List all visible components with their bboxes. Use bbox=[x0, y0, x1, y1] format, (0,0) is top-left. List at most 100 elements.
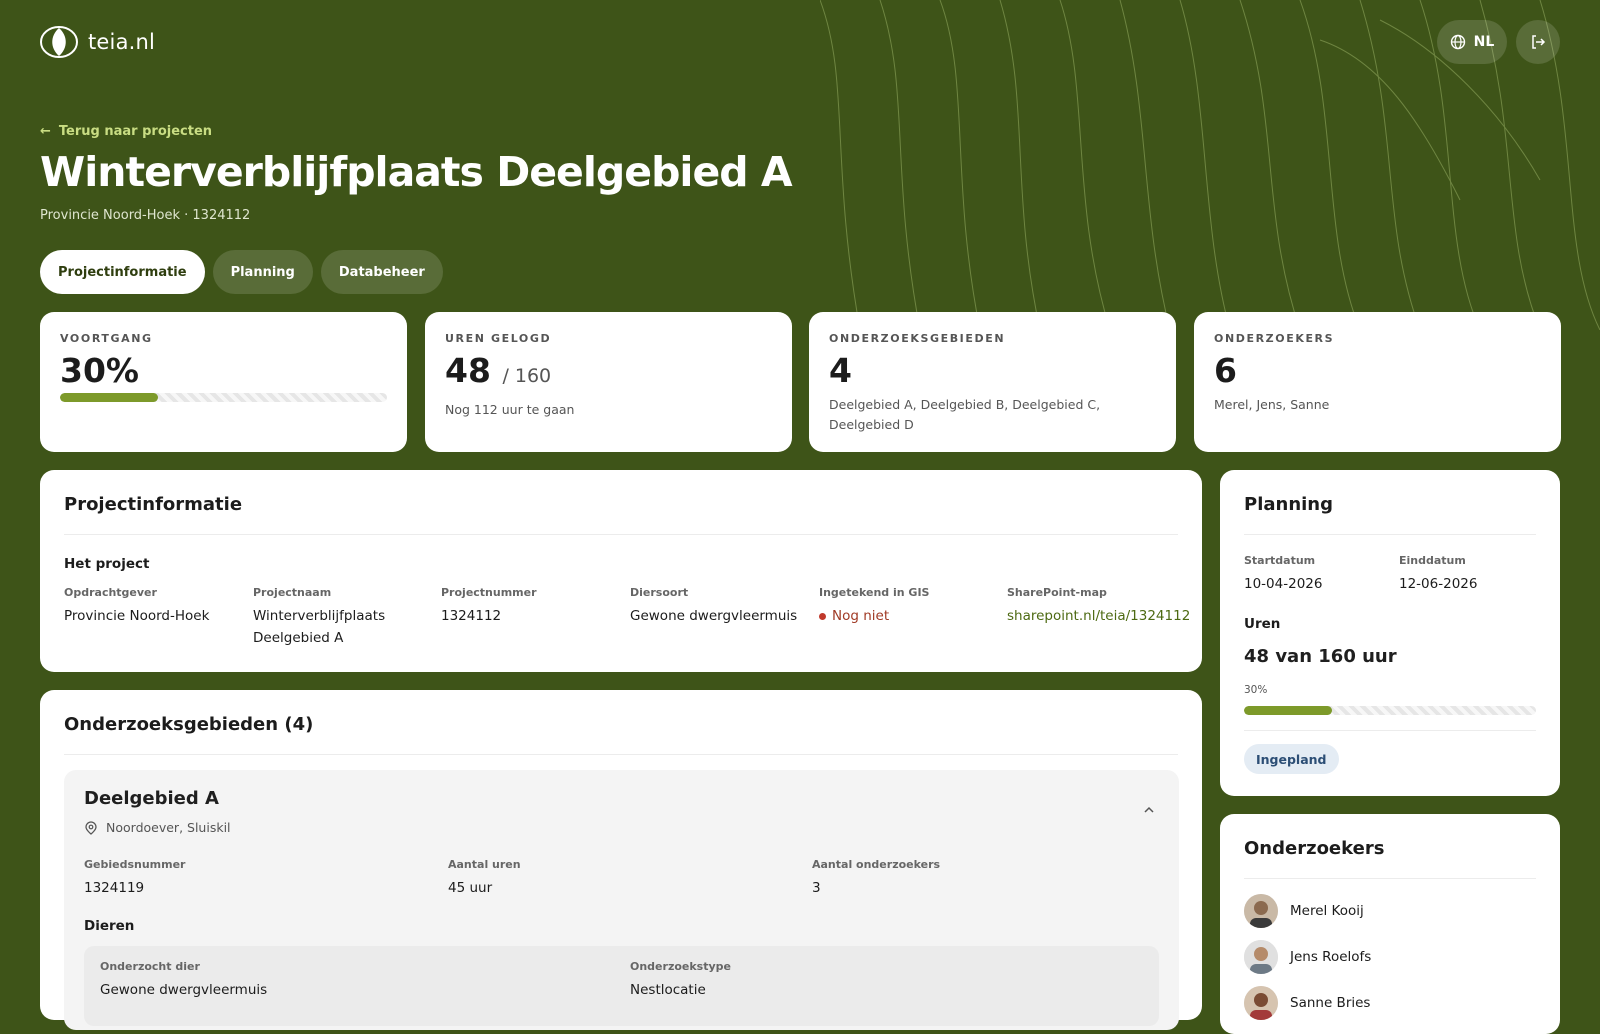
language-button[interactable]: NL bbox=[1437, 20, 1507, 64]
field-label: Diersoort bbox=[630, 586, 689, 599]
card-title: Planning bbox=[1244, 494, 1334, 515]
stat-value: 4 bbox=[829, 351, 852, 390]
field-value: 3 bbox=[812, 880, 821, 896]
field-gebiedsnummer: Gebiedsnummer 1324119 bbox=[84, 858, 186, 899]
area-location-text: Noordoever, Sluiskil bbox=[106, 820, 231, 835]
brand-name: teia.nl bbox=[88, 30, 156, 54]
researcher-name: Merel Kooij bbox=[1290, 903, 1364, 919]
project-info-card: Projectinformatie Het project Opdrachtge… bbox=[40, 470, 1202, 672]
area-name: Deelgebied A bbox=[84, 788, 219, 809]
avatar bbox=[1244, 894, 1278, 928]
stat-value: 6 bbox=[1214, 351, 1237, 390]
stat-subtext: Nog 112 uur te gaan bbox=[445, 402, 575, 417]
divider bbox=[1244, 878, 1536, 879]
field-einddatum: Einddatum 12-06-2026 bbox=[1399, 554, 1477, 595]
field-aantal-onderzoekers: Aantal onderzoekers 3 bbox=[812, 858, 940, 899]
field-label: Aantal onderzoekers bbox=[812, 858, 941, 871]
field-label: Aantal uren bbox=[448, 858, 521, 871]
brand-logo[interactable]: teia.nl bbox=[40, 26, 155, 58]
leaf-logo-icon bbox=[40, 26, 78, 58]
stat-card-researchers: ONDERZOEKERS 6 Merel, Jens, Sanne bbox=[1194, 312, 1561, 452]
arrow-left-icon: ← bbox=[40, 124, 51, 139]
hours-value: 48 van 160 uur bbox=[1244, 646, 1397, 667]
animals-label: Dieren bbox=[84, 918, 135, 934]
field-opdrachtgever: Opdrachtgever Provincie Noord-Hoek bbox=[64, 586, 239, 627]
field-sharepoint: SharePoint-map sharepoint.nl/teia/132411… bbox=[1007, 586, 1190, 627]
globe-icon bbox=[1450, 34, 1465, 50]
field-label: Ingetekend in GIS bbox=[819, 586, 930, 599]
divider bbox=[64, 754, 1178, 755]
gis-status-text: Nog niet bbox=[832, 608, 890, 624]
field-value: Gewone dwergvleermuis bbox=[630, 608, 798, 624]
researcher-name: Jens Roelofs bbox=[1290, 949, 1372, 965]
researcher-item[interactable]: Merel Kooij bbox=[1244, 894, 1364, 928]
area-item: Deelgebied A Noordoever, Sluiskil Gebied… bbox=[64, 770, 1179, 1030]
field-label: Onderzocht dier bbox=[100, 960, 200, 973]
progress-fill bbox=[60, 393, 159, 402]
stat-card-hours: UREN GELOGD 48 / 160 Nog 112 uur te gaan bbox=[425, 312, 792, 452]
field-value: 12-06-2026 bbox=[1399, 576, 1478, 592]
stat-card-areas: ONDERZOEKSGEBIEDEN 4 Deelgebied A, Deelg… bbox=[809, 312, 1176, 452]
progress-bar bbox=[60, 393, 387, 402]
stat-subtext: Merel, Jens, Sanne bbox=[1214, 397, 1330, 412]
field-label: Projectnaam bbox=[253, 586, 332, 599]
card-title: Onderzoeksgebieden (4) bbox=[64, 714, 314, 735]
field-gis: Ingetekend in GIS Nog niet bbox=[819, 586, 994, 627]
hours-label: Uren bbox=[1244, 616, 1281, 632]
animal-item: Onderzocht dier Gewone dwergvleermuis On… bbox=[84, 946, 1159, 1026]
stat-value: 48 / 160 bbox=[445, 351, 772, 396]
divider bbox=[64, 534, 1178, 535]
tab-projectinformatie[interactable]: Projectinformatie bbox=[40, 250, 205, 294]
field-value: Gewone dwergvleermuis bbox=[100, 982, 268, 998]
collapse-button[interactable] bbox=[1139, 800, 1159, 820]
researcher-name: Sanne Bries bbox=[1290, 995, 1371, 1011]
hours-progress-bar bbox=[1244, 706, 1536, 715]
field-value: Winterverblijfplaats Deelgebied A bbox=[253, 608, 386, 646]
researcher-item[interactable]: Jens Roelofs bbox=[1244, 940, 1371, 974]
field-value: Nestlocatie bbox=[630, 982, 706, 998]
field-projectnaam: Projectnaam Winterverblijfplaats Deelgeb… bbox=[253, 586, 413, 649]
field-label: Projectnummer bbox=[441, 586, 537, 599]
chevron-up-icon bbox=[1144, 806, 1154, 813]
field-label: Gebiedsnummer bbox=[84, 858, 186, 871]
section-label: Het project bbox=[64, 556, 150, 572]
language-label: NL bbox=[1473, 34, 1495, 50]
field-startdatum: Startdatum 10-04-2026 bbox=[1244, 554, 1322, 595]
tab-databeheer[interactable]: Databeheer bbox=[320, 250, 443, 294]
gis-status: Nog niet bbox=[819, 605, 994, 627]
stat-label: ONDERZOEKSGEBIEDEN bbox=[829, 332, 1006, 345]
avatar bbox=[1244, 986, 1278, 1020]
field-value: 10-04-2026 bbox=[1244, 576, 1323, 592]
researcher-item[interactable]: Sanne Bries bbox=[1244, 986, 1370, 1020]
planning-card: Planning Startdatum 10-04-2026 Einddatum… bbox=[1220, 470, 1560, 796]
field-onderzoekstype: Onderzoekstype Nestlocatie bbox=[630, 960, 731, 1001]
sharepoint-link[interactable]: sharepoint.nl/teia/1324112 bbox=[1007, 605, 1190, 627]
field-label: Startdatum bbox=[1244, 554, 1316, 567]
status-badge: Ingepland bbox=[1244, 744, 1339, 774]
researchers-card: Onderzoekers Merel Kooij Jens Roelofs Sa… bbox=[1220, 814, 1560, 1034]
divider bbox=[1244, 534, 1536, 535]
field-value: 1324112 bbox=[441, 608, 502, 624]
stat-label: UREN GELOGD bbox=[445, 332, 552, 345]
field-label: Onderzoekstype bbox=[630, 960, 731, 973]
field-label: Opdrachtgever bbox=[64, 586, 157, 599]
field-label: Einddatum bbox=[1399, 554, 1466, 567]
tab-planning[interactable]: Planning bbox=[212, 250, 313, 294]
field-projectnummer: Projectnummer 1324112 bbox=[441, 586, 616, 627]
area-location: Noordoever, Sluiskil bbox=[84, 820, 231, 835]
hours-percent: 30% bbox=[1244, 684, 1268, 696]
back-to-projects-link[interactable]: ← Terug naar projecten bbox=[40, 124, 212, 139]
field-value: 1324119 bbox=[84, 880, 145, 896]
card-title: Projectinformatie bbox=[64, 494, 243, 515]
stat-label: ONDERZOEKERS bbox=[1214, 332, 1335, 345]
field-value: 45 uur bbox=[448, 880, 493, 896]
stat-label: VOORTGANG bbox=[60, 332, 153, 345]
hours-logged: 48 bbox=[445, 351, 491, 390]
field-aantal-uren: Aantal uren 45 uur bbox=[448, 858, 521, 899]
field-value: Provincie Noord-Hoek bbox=[64, 608, 210, 624]
stat-value: 30% bbox=[60, 351, 139, 390]
logout-icon bbox=[1532, 35, 1546, 49]
project-subtitle: Provincie Noord-Hoek · 1324112 bbox=[40, 208, 251, 223]
logout-button[interactable] bbox=[1516, 20, 1560, 64]
field-diersoort: Diersoort Gewone dwergvleermuis bbox=[630, 586, 805, 627]
